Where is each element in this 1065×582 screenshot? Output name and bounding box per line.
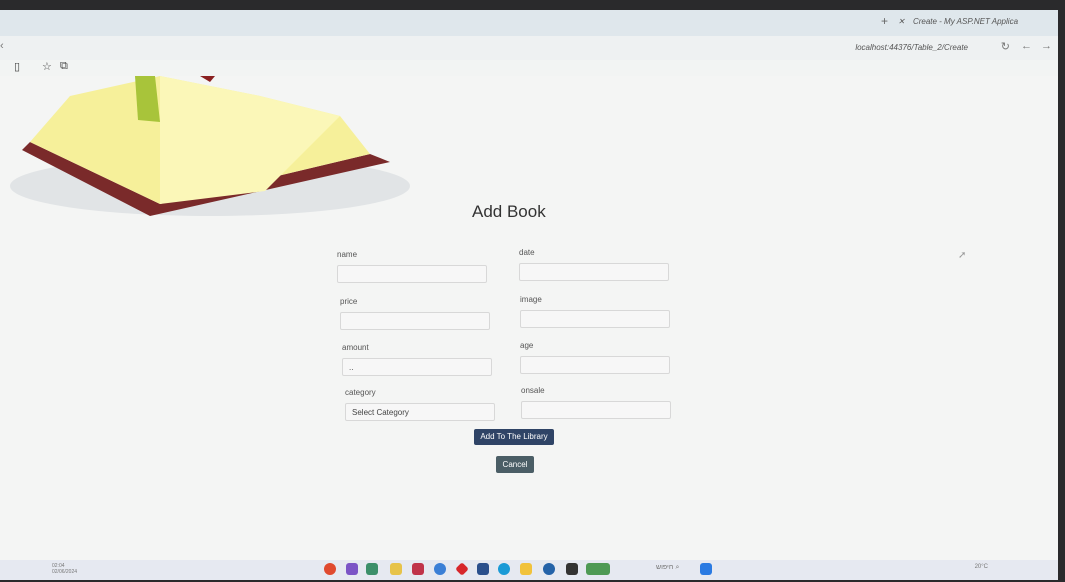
edge-icon[interactable] [498,563,510,575]
star-icon[interactable]: ☆ [42,60,52,73]
page-content: Add Book name date price image amount ..… [0,76,1058,560]
age-label: age [520,341,534,350]
category-label: category [345,388,376,397]
onsale-label: onsale [521,386,545,395]
back-icon[interactable]: ‹ [0,40,4,52]
image-field: image [520,295,670,328]
toolbar-icons: ▯ ☆ ⧉ [0,60,1058,76]
reload-icon[interactable]: ↻ [1001,40,1010,53]
taskbar-clock[interactable]: 02:04 02/06/2024 [52,563,77,575]
date-field: date [519,248,669,281]
game-icon[interactable] [586,563,610,575]
image-label: image [520,295,542,304]
name-input[interactable] [337,265,487,283]
price-input[interactable] [340,312,490,330]
price-field: price [340,297,490,330]
back-arrow-icon[interactable]: ← [1021,40,1032,52]
taskbar-search[interactable]: חיפוש ⌕ [656,564,679,572]
app-icon[interactable] [455,562,469,576]
category-field: category Select Category [345,388,495,421]
windows-start-icon[interactable] [700,563,712,575]
app-icon[interactable] [390,563,402,575]
tray-weather[interactable]: 20°C [975,564,988,570]
name-label: name [337,250,358,259]
browser-nav-bar: ‹ localhost:44376/Table_2/Create ↻ ← → [0,36,1058,60]
store-icon[interactable] [477,563,489,575]
browser-tab-bar: + ✕ Create - My ASP.NET Applica [0,10,1058,36]
age-field: age [520,341,670,374]
terminal-icon[interactable] [566,563,578,575]
mouse-cursor-icon: ➚ [958,250,967,261]
date-input[interactable] [519,263,669,281]
antivirus-icon[interactable] [412,563,424,575]
search-icon: ⌕ [675,564,680,571]
onsale-input[interactable] [521,401,671,419]
age-input[interactable] [520,356,670,374]
app-icon[interactable] [543,563,555,575]
price-label: price [340,297,358,306]
file-explorer-icon[interactable] [520,563,532,575]
onsale-field: onsale [521,386,671,419]
image-input[interactable] [520,310,670,328]
visual-studio-icon[interactable] [346,563,358,575]
amount-input[interactable]: .. [342,358,492,376]
monitor-screen: + ✕ Create - My ASP.NET Applica ‹ localh… [0,10,1058,580]
chrome-icon[interactable] [324,563,336,575]
collections-icon[interactable]: ⧉ [60,60,68,73]
clock-date: 02/06/2024 [52,569,78,575]
open-book-illustration [10,76,410,216]
address-bar[interactable]: localhost:44376/Table_2/Create [855,43,968,52]
close-tab-icon[interactable]: ✕ [898,17,905,26]
amount-label: amount [342,343,369,352]
forward-arrow-icon[interactable]: → [1041,40,1052,52]
name-field: name [337,250,487,283]
date-label: date [519,248,535,257]
add-to-library-button[interactable]: Add To The Library [474,429,554,445]
app-icon[interactable] [366,563,378,575]
windows-taskbar: 02:04 02/06/2024 חיפוש ⌕ 20°C [0,560,1058,580]
browser-tab-active[interactable]: ✕ Create - My ASP.NET Applica [898,12,1038,32]
app-icon[interactable] [434,563,446,575]
amount-field: amount .. [342,343,492,376]
new-tab-button[interactable]: + [881,14,888,28]
page-title: Add Book [472,202,546,221]
sidebar-icon[interactable]: ▯ [14,60,20,73]
search-label: חיפוש [656,564,674,571]
category-select[interactable]: Select Category [345,403,495,421]
tab-title: Create - My ASP.NET Applica [912,17,1019,26]
cancel-button[interactable]: Cancel [496,456,534,473]
